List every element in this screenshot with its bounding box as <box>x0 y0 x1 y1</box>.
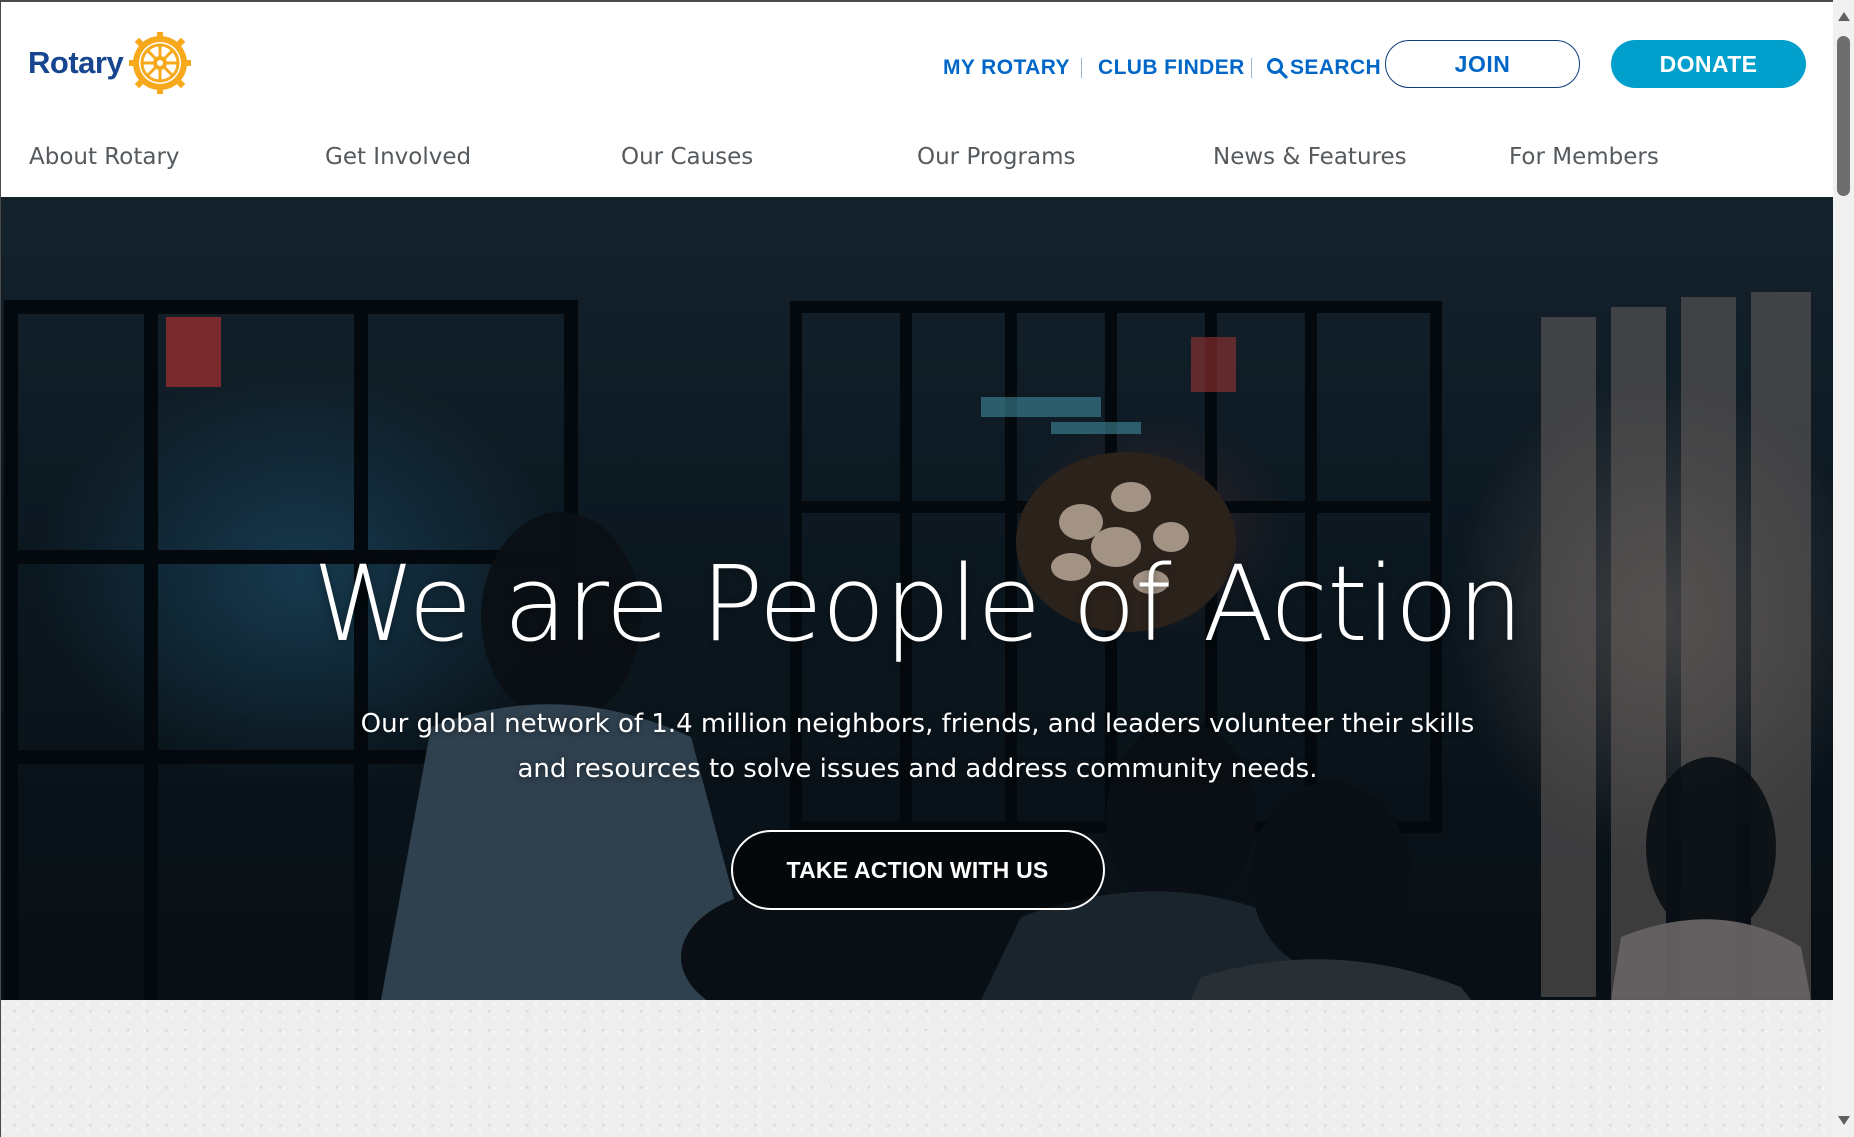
browser-viewport: Rotary MY ROTARY CLUB FINDER SEARCH JOIN… <box>0 0 1833 1137</box>
utility-nav: MY ROTARY CLUB FINDER SEARCH JOIN DONATE <box>1 40 1833 90</box>
main-nav: About Rotary Get Involved Our Causes Our… <box>1 144 1833 184</box>
my-rotary-link[interactable]: MY ROTARY <box>943 56 1070 80</box>
textured-content-section <box>1 1000 1833 1137</box>
hero-title: We are People of Action <box>312 543 1524 665</box>
search-link[interactable]: SEARCH <box>1266 56 1381 80</box>
nav-our-programs[interactable]: Our Programs <box>917 144 1075 170</box>
hero-subtitle: Our global network of 1.4 million neighb… <box>360 709 1475 784</box>
nav-our-causes[interactable]: Our Causes <box>621 144 753 170</box>
nav-about-rotary[interactable]: About Rotary <box>29 144 180 170</box>
join-button[interactable]: JOIN <box>1385 40 1580 88</box>
scrollbar-thumb[interactable] <box>1837 36 1850 196</box>
scroll-down-arrow-icon[interactable] <box>1838 1116 1850 1125</box>
utility-divider <box>1081 58 1082 78</box>
nav-news-features[interactable]: News & Features <box>1213 144 1407 170</box>
donate-button[interactable]: DONATE <box>1611 40 1806 88</box>
club-finder-link[interactable]: CLUB FINDER <box>1098 56 1245 80</box>
search-icon <box>1267 58 1288 79</box>
site-header: Rotary MY ROTARY CLUB FINDER SEARCH JOIN… <box>1 2 1833 197</box>
nav-for-members[interactable]: For Members <box>1509 144 1659 170</box>
take-action-button[interactable]: TAKE ACTION WITH US <box>730 830 1105 910</box>
hero-banner: We are People of Action Our global netwo… <box>1 197 1833 1000</box>
vertical-scrollbar[interactable] <box>1833 0 1854 1137</box>
nav-get-involved[interactable]: Get Involved <box>325 144 471 170</box>
hero-content: We are People of Action Our global netwo… <box>1 197 1833 1000</box>
search-label: SEARCH <box>1290 56 1382 79</box>
scroll-up-arrow-icon[interactable] <box>1838 12 1850 21</box>
utility-divider <box>1251 58 1252 78</box>
